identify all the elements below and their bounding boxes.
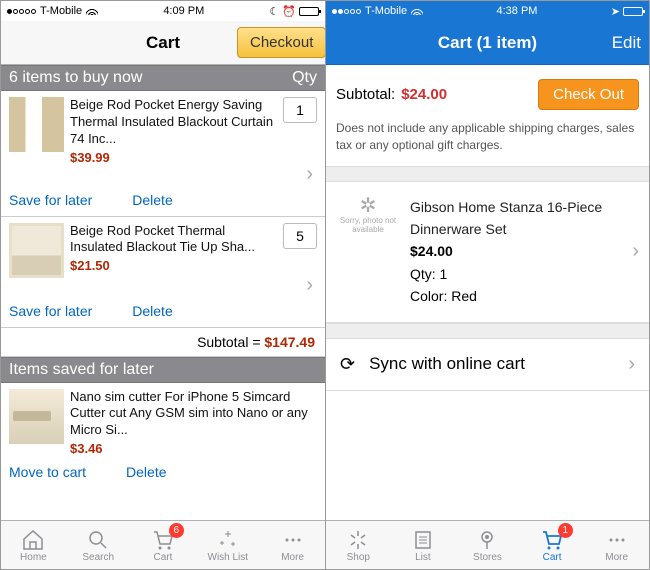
tab-home[interactable]: Home <box>1 521 66 569</box>
product-name: Gibson Home Stanza 16-Piece Dinnerware S… <box>410 196 626 241</box>
nav-bar: Cart (1 item) Edit <box>326 21 649 65</box>
spark-icon <box>346 528 370 552</box>
alarm-icon: ⏰ <box>282 5 296 18</box>
tab-bar: Shop List Stores 1Cart More <box>326 520 649 569</box>
tab-wishlist[interactable]: Wish List <box>195 521 260 569</box>
status-bar: T-Mobile 4:09 PM ☾ ⏰ <box>1 1 325 21</box>
carrier-label: T-Mobile <box>40 5 82 17</box>
carrier-label: T-Mobile <box>365 5 407 17</box>
save-for-later-link[interactable]: Save for later <box>9 303 92 319</box>
moon-icon: ☾ <box>269 5 279 18</box>
tab-bar: Home Search 6Cart Wish List More <box>1 520 325 569</box>
tab-cart[interactable]: 6Cart <box>131 521 196 569</box>
product-name: Beige Rod Pocket Thermal Insulated Black… <box>70 223 277 257</box>
section-buy-now: 6 items to buy now Qty <box>1 65 325 91</box>
amazon-screen: T-Mobile 4:09 PM ☾ ⏰ Cart Checkout 6 ite… <box>1 1 325 569</box>
status-time: 4:38 PM <box>423 5 611 17</box>
product-price: $39.99 <box>70 150 277 167</box>
tab-search[interactable]: Search <box>66 521 131 569</box>
cart-content[interactable]: Subtotal: $24.00 Check Out Does not incl… <box>326 65 649 520</box>
walmart-screen: T-Mobile 4:38 PM ➤ Cart (1 item) Edit Su… <box>325 1 649 569</box>
tab-more[interactable]: More <box>260 521 325 569</box>
product-thumb-placeholder: ✲ Sorry, photo not available <box>336 196 400 234</box>
section-saved: Items saved for later <box>1 357 325 383</box>
sync-row[interactable]: ⟳ Sync with online cart › <box>326 339 649 391</box>
signal-dots-icon <box>7 9 36 14</box>
cart-item[interactable]: Beige Rod Pocket Thermal Insulated Black… <box>1 217 325 278</box>
saved-item[interactable]: Nano sim cutter For iPhone 5 Simcard Cut… <box>1 383 325 459</box>
list-icon <box>411 528 435 552</box>
product-name: Beige Rod Pocket Energy Saving Thermal I… <box>70 97 277 148</box>
delete-link[interactable]: Delete <box>132 303 172 319</box>
qty-input[interactable]: 5 <box>283 223 317 249</box>
delete-link[interactable]: Delete <box>132 192 172 208</box>
more-icon <box>281 528 305 552</box>
subtotal-row: Subtotal: $24.00 Check Out <box>326 65 649 120</box>
delete-link[interactable]: Delete <box>126 464 166 480</box>
product-thumb <box>9 389 64 444</box>
product-color: Color: Red <box>410 285 626 307</box>
sparkle-icon <box>216 528 240 552</box>
subtotal-row: Subtotal = $147.49 <box>1 328 325 357</box>
page-title: Cart <box>89 33 237 53</box>
search-icon <box>86 528 110 552</box>
save-for-later-link[interactable]: Save for later <box>9 192 92 208</box>
product-price: $3.46 <box>70 441 311 458</box>
checkout-button[interactable]: Checkout <box>237 27 326 58</box>
nav-bar: Cart Checkout <box>1 21 325 65</box>
product-price: $24.00 <box>410 240 626 262</box>
product-qty: Qty: 1 <box>410 263 626 285</box>
cart-badge: 6 <box>169 523 184 538</box>
sync-icon: ⟳ <box>340 354 355 375</box>
tab-cart[interactable]: 1Cart <box>520 521 585 569</box>
product-thumb <box>9 223 64 278</box>
battery-icon <box>623 7 643 16</box>
wifi-icon <box>411 5 423 18</box>
product-price: $21.50 <box>70 258 277 275</box>
product-thumb <box>9 97 64 152</box>
move-to-cart-link[interactable]: Move to cart <box>9 464 86 480</box>
cart-item[interactable]: ✲ Sorry, photo not available Gibson Home… <box>326 182 649 323</box>
tab-list[interactable]: List <box>391 521 456 569</box>
location-icon: ➤ <box>611 5 620 18</box>
chevron-right-icon: › <box>632 240 639 263</box>
disclaimer-text: Does not include any applicable shipping… <box>326 120 649 166</box>
battery-icon <box>299 7 319 16</box>
cart-item[interactable]: Beige Rod Pocket Energy Saving Thermal I… <box>1 91 325 167</box>
checkout-button[interactable]: Check Out <box>538 79 639 110</box>
status-time: 4:09 PM <box>98 5 269 17</box>
loading-icon: ✲ <box>336 196 400 216</box>
cart-badge: 1 <box>558 523 573 538</box>
product-name: Nano sim cutter For iPhone 5 Simcard Cut… <box>70 389 311 440</box>
wifi-icon <box>86 5 98 18</box>
home-icon <box>21 528 45 552</box>
signal-dots-icon <box>332 9 361 14</box>
page-title: Cart (1 item) <box>414 33 561 53</box>
section-gap <box>326 323 649 339</box>
pin-icon <box>475 528 499 552</box>
section-gap <box>326 166 649 182</box>
tab-more[interactable]: More <box>584 521 649 569</box>
status-bar: T-Mobile 4:38 PM ➤ <box>326 1 649 21</box>
chevron-right-icon: › <box>628 353 635 376</box>
edit-button[interactable]: Edit <box>561 33 641 53</box>
tab-stores[interactable]: Stores <box>455 521 520 569</box>
qty-input[interactable]: 1 <box>283 97 317 123</box>
more-icon <box>605 528 629 552</box>
tab-shop[interactable]: Shop <box>326 521 391 569</box>
cart-content[interactable]: 6 items to buy now Qty Beige Rod Pocket … <box>1 65 325 520</box>
